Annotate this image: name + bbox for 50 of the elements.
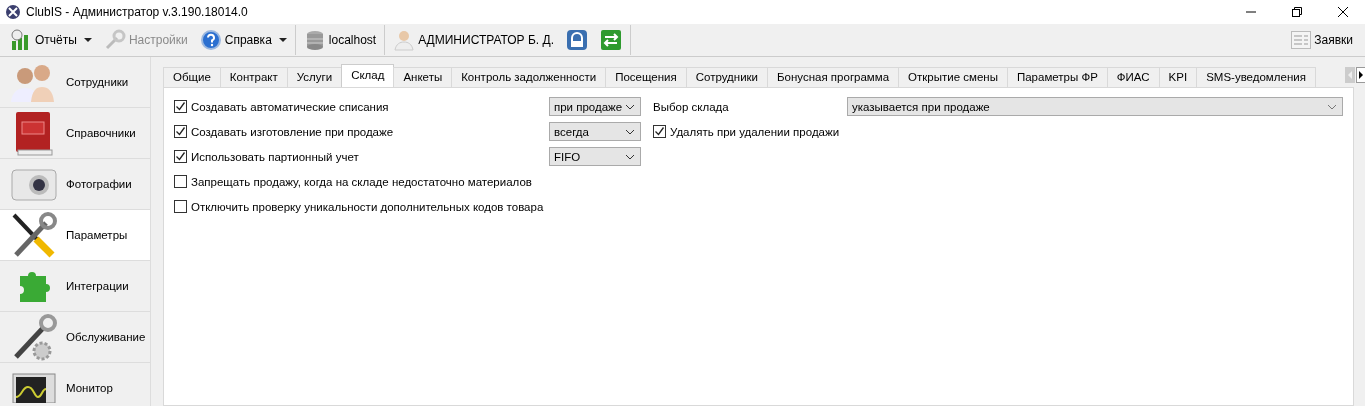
- dropdown[interactable]: всегда: [549, 122, 641, 141]
- checkbox[interactable]: [174, 175, 187, 188]
- checkbox-label: Создавать изготовление при продаже: [191, 125, 394, 138]
- close-icon[interactable]: [1337, 6, 1349, 18]
- monitor-icon: [10, 373, 58, 403]
- help-button[interactable]: Справка: [193, 26, 293, 54]
- user-icon: [393, 29, 416, 51]
- tab[interactable]: SMS-уведомления: [1196, 67, 1316, 87]
- scroll-right-icon[interactable]: [1356, 67, 1365, 83]
- chevron-down-icon: [625, 153, 635, 160]
- window-title: ClubIS - Администратор v.3.190.18014.0: [26, 5, 248, 19]
- tab[interactable]: Анкеты: [393, 67, 453, 87]
- chevron-down-icon: [1327, 103, 1337, 110]
- tab[interactable]: Склад: [341, 64, 395, 87]
- sidebar-item[interactable]: Обслуживание: [0, 312, 150, 363]
- chevron-down-icon: [625, 128, 635, 135]
- checkbox[interactable]: [174, 200, 187, 213]
- help-icon: [199, 29, 222, 51]
- tools-icon: [10, 211, 58, 259]
- tab[interactable]: Общие: [163, 67, 221, 87]
- checkbox-label: Создавать автоматические списания: [191, 100, 389, 113]
- user-button[interactable]: АДМИНИСТРАТОР Б. Д.: [387, 26, 560, 54]
- server-button[interactable]: localhost: [297, 26, 383, 54]
- chevron-down-icon: [625, 103, 635, 110]
- camera-icon: [10, 166, 58, 202]
- sidebar-item[interactable]: Справочники: [0, 108, 150, 159]
- sidebar-item[interactable]: Интеграции: [0, 261, 150, 312]
- dropdown[interactable]: при продаже: [549, 97, 641, 116]
- checkbox[interactable]: [174, 100, 187, 113]
- checkbox[interactable]: [174, 125, 187, 138]
- lock-icon: [565, 29, 588, 51]
- field-label: Выбор склада: [653, 100, 730, 113]
- app-logo-icon: [6, 5, 20, 19]
- sidebar-item[interactable]: Параметры: [0, 210, 150, 261]
- reports-button[interactable]: Отчёты: [4, 26, 98, 54]
- restore-icon[interactable]: [1291, 6, 1303, 18]
- checkbox-label: Отключить проверку уникальности дополнительных кодов товара: [191, 200, 544, 213]
- checkbox-label: Удалять при удалении продажи: [670, 125, 840, 138]
- checkbox[interactable]: [174, 150, 187, 163]
- sidebar-item[interactable]: Фотографии: [0, 159, 150, 210]
- dropdown[interactable]: указывается при продаже: [847, 97, 1343, 116]
- arrows-icon: [599, 29, 622, 51]
- sidebar-item[interactable]: Сотрудники: [0, 57, 150, 108]
- checkbox-label: Использовать партионный учет: [191, 150, 359, 163]
- checkbox-label: Запрещать продажу, когда на складе недостаточно материалов: [191, 175, 532, 188]
- requests-button[interactable]: Заявки: [1285, 26, 1359, 54]
- checkbox[interactable]: [653, 125, 666, 138]
- list-icon: [1291, 31, 1312, 49]
- dropdown[interactable]: FIFO: [549, 147, 641, 166]
- sidebar-item[interactable]: Монитор: [0, 363, 150, 406]
